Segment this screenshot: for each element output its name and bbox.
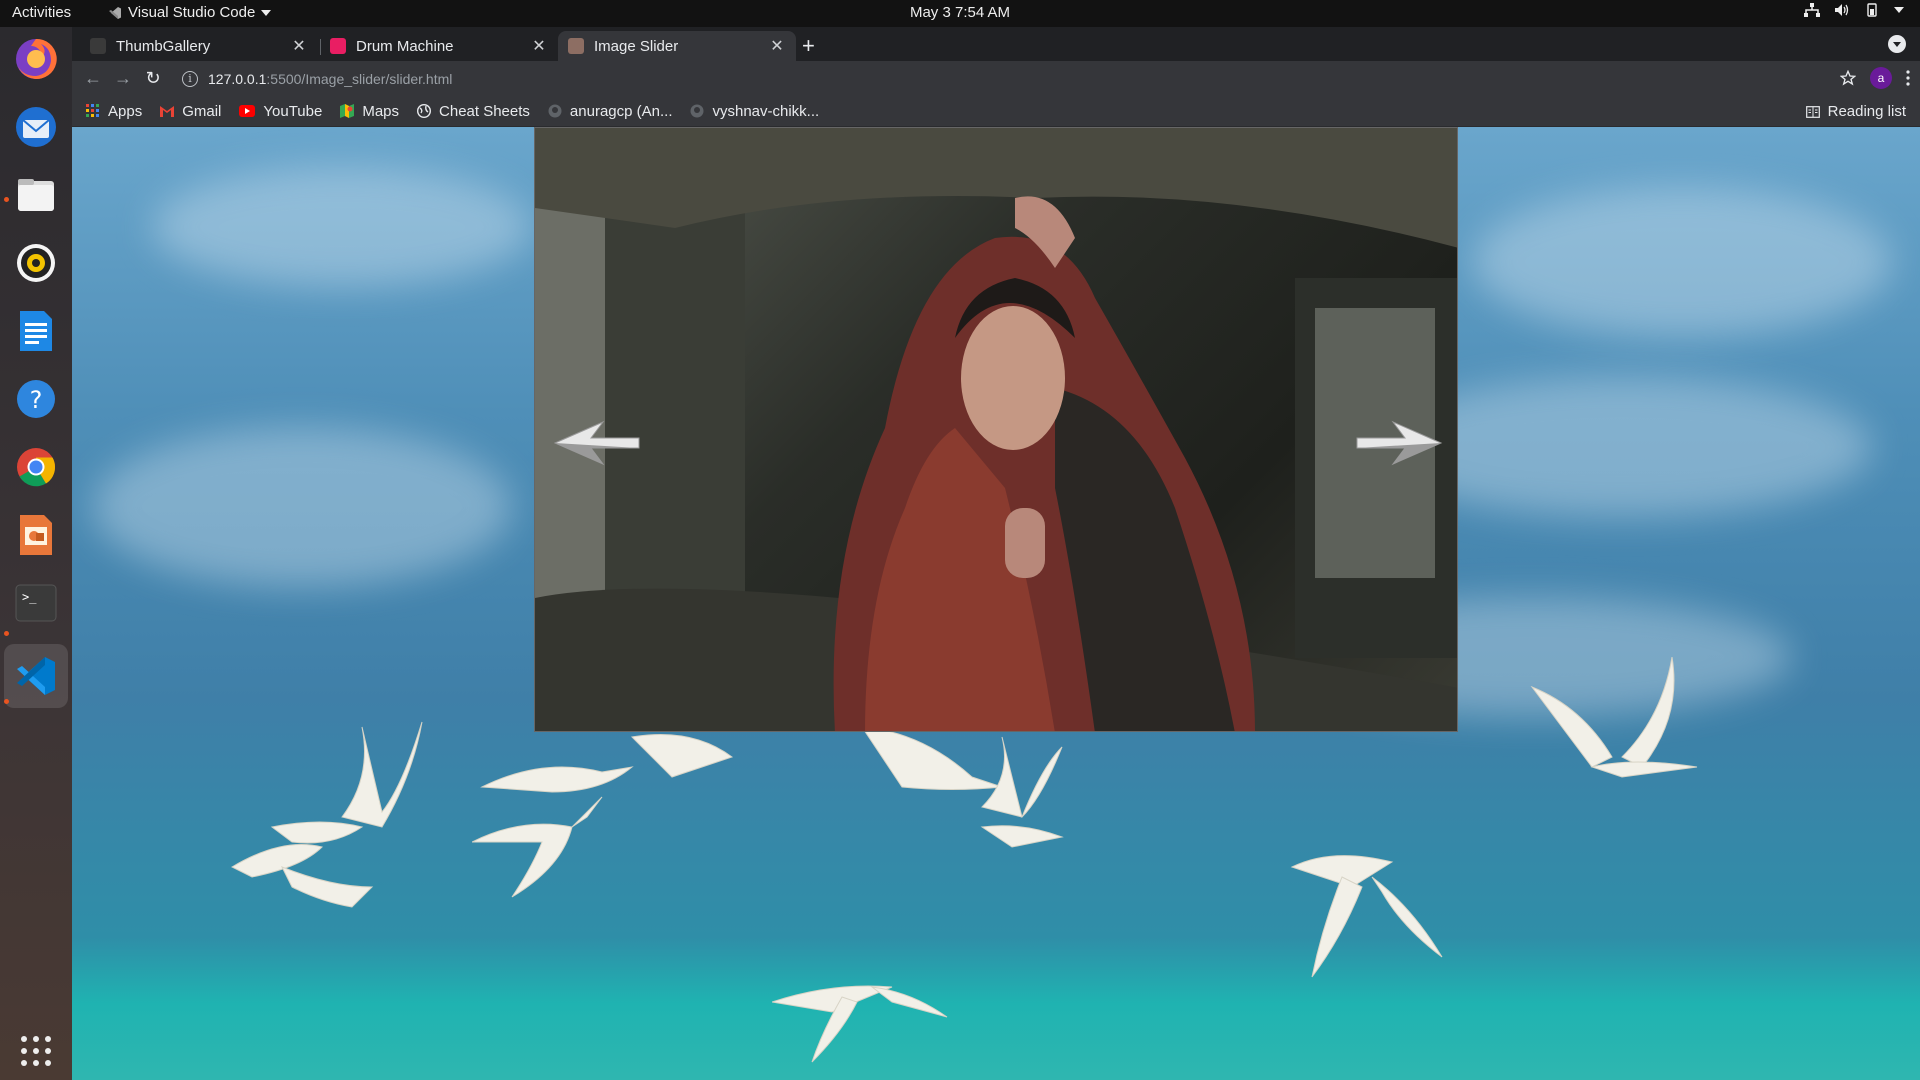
more-menu-icon[interactable] xyxy=(1906,70,1910,86)
svg-text:?: ? xyxy=(30,386,43,414)
bookmark-gmail[interactable]: Gmail xyxy=(160,103,221,120)
help-icon[interactable]: ? xyxy=(12,375,60,423)
app-menu[interactable]: Visual Studio Code xyxy=(108,4,272,21)
tab-title: Image Slider xyxy=(594,37,679,55)
close-tab-icon[interactable]: ✕ xyxy=(768,36,786,56)
back-icon[interactable]: ← xyxy=(78,68,108,89)
svg-text:>_: >_ xyxy=(22,590,37,604)
files-icon[interactable] xyxy=(12,171,60,219)
vscode-small-icon xyxy=(109,6,121,19)
tab-search-icon[interactable] xyxy=(1888,35,1906,53)
background-cloud xyxy=(1472,187,1892,337)
bookmark-apps[interactable]: Apps xyxy=(86,103,142,120)
firefox-icon[interactable] xyxy=(12,35,60,83)
running-indicator xyxy=(4,699,9,704)
url-path: :5500/Image_slider/slider.html xyxy=(266,70,453,87)
tab-thumbgallery[interactable]: ThumbGallery ✕ xyxy=(80,31,318,61)
slide-photo-woman-in-scarf xyxy=(535,128,1457,731)
bookmark-label: Gmail xyxy=(182,102,222,120)
chevron-down-icon xyxy=(261,9,272,16)
running-indicator xyxy=(4,631,9,636)
bookmark-label: anuragcp (An... xyxy=(569,102,673,120)
background-cloud xyxy=(92,427,512,587)
background-cloud xyxy=(152,167,532,287)
bird-bottom xyxy=(772,985,948,1063)
new-tab-button[interactable]: + xyxy=(802,33,815,59)
bird-right-low xyxy=(1290,855,1443,978)
github-icon xyxy=(548,104,562,118)
tab-favicon-icon xyxy=(330,38,346,54)
activities-button[interactable]: Activities xyxy=(12,4,71,21)
bookmark-label: YouTube xyxy=(263,102,323,120)
bird-flock-center xyxy=(862,727,1064,848)
app-menu-label: Visual Studio Code xyxy=(128,4,256,21)
bookmark-vyshnav[interactable]: vyshnav-chikk... xyxy=(690,103,819,120)
reading-list-button[interactable]: Reading list xyxy=(1805,103,1906,120)
chrome-icon[interactable] xyxy=(12,443,60,491)
bird-flock-middle xyxy=(472,734,734,898)
gmail-icon xyxy=(160,106,175,117)
tab-title: Drum Machine xyxy=(356,37,454,55)
bookmark-anuragcp[interactable]: anuragcp (An... xyxy=(548,102,673,120)
show-apps-icon[interactable] xyxy=(12,1027,60,1075)
volume-icon xyxy=(1835,4,1849,16)
youtube-icon xyxy=(239,105,256,117)
bird-flock-left xyxy=(230,721,423,908)
image-slider xyxy=(534,127,1458,732)
bookmarks-bar: Apps Gmail YouTube Maps Cheat Sheets anu… xyxy=(72,96,1920,127)
reading-list-icon xyxy=(1805,105,1820,118)
bookmark-label: vyshnav-chikk... xyxy=(712,102,820,120)
github-icon xyxy=(690,104,704,118)
running-indicator xyxy=(4,197,9,202)
bookmark-youtube[interactable]: YouTube xyxy=(239,103,322,120)
clock[interactable]: May 3 7:54 AM xyxy=(910,4,1010,21)
network-icon xyxy=(1804,3,1820,17)
reading-list-label: Reading list xyxy=(1827,103,1906,120)
bookmark-maps[interactable]: Maps xyxy=(340,103,399,120)
bookmark-star-icon[interactable] xyxy=(1840,70,1856,86)
libreoffice-writer-icon[interactable] xyxy=(12,307,60,355)
bookmark-label: Maps xyxy=(362,102,400,120)
maps-icon xyxy=(340,104,355,118)
bookmark-cheat-sheets[interactable]: Cheat Sheets xyxy=(417,103,530,120)
tab-favicon-icon xyxy=(90,38,106,54)
tab-favicon-icon xyxy=(568,38,584,54)
reload-icon[interactable]: ↻ xyxy=(138,68,168,89)
site-info-icon[interactable]: i xyxy=(182,70,198,87)
url-host: 127.0.0.1 xyxy=(208,70,267,87)
close-tab-icon[interactable]: ✕ xyxy=(530,36,548,56)
tab-image-slider[interactable]: Image Slider ✕ xyxy=(558,31,796,61)
system-menu-chevron-icon xyxy=(1894,7,1904,13)
next-slide-arrow-icon[interactable] xyxy=(1353,418,1443,468)
globe-icon xyxy=(417,104,432,118)
tab-strip: ThumbGallery ✕ Drum Machine ✕ Image Slid… xyxy=(72,27,1920,61)
browser-toolbar: ← → ↻ i 127.0.0.1:5500/Image_slider/slid… xyxy=(72,61,1920,96)
previous-slide-arrow-icon[interactable] xyxy=(553,418,643,468)
chrome-window: ThumbGallery ✕ Drum Machine ✕ Image Slid… xyxy=(72,27,1920,1080)
rhythmbox-icon[interactable] xyxy=(12,239,60,287)
page-viewport xyxy=(72,127,1920,1080)
impress-icon[interactable] xyxy=(12,511,60,559)
terminal-icon[interactable]: >_ xyxy=(12,579,60,627)
system-top-bar: Activities Visual Studio Code May 3 7:54… xyxy=(0,0,1920,27)
address-bar[interactable]: i 127.0.0.1:5500/Image_slider/slider.htm… xyxy=(182,65,1830,92)
close-tab-icon[interactable]: ✕ xyxy=(290,36,308,56)
dock: ? >_ xyxy=(0,27,72,1080)
bookmark-label: Apps xyxy=(108,102,143,120)
battery-icon xyxy=(1867,3,1877,17)
profile-avatar[interactable]: a xyxy=(1870,67,1892,89)
apps-grid-icon xyxy=(86,104,99,117)
thunderbird-icon[interactable] xyxy=(12,103,60,151)
tab-drum-machine[interactable]: Drum Machine ✕ xyxy=(320,31,558,61)
system-tray[interactable] xyxy=(1804,3,1904,17)
forward-icon[interactable]: → xyxy=(108,68,138,89)
bird-right-high xyxy=(1530,657,1698,778)
bookmark-label: Cheat Sheets xyxy=(439,102,530,120)
vscode-icon[interactable] xyxy=(12,652,60,700)
tab-title: ThumbGallery xyxy=(116,37,211,55)
